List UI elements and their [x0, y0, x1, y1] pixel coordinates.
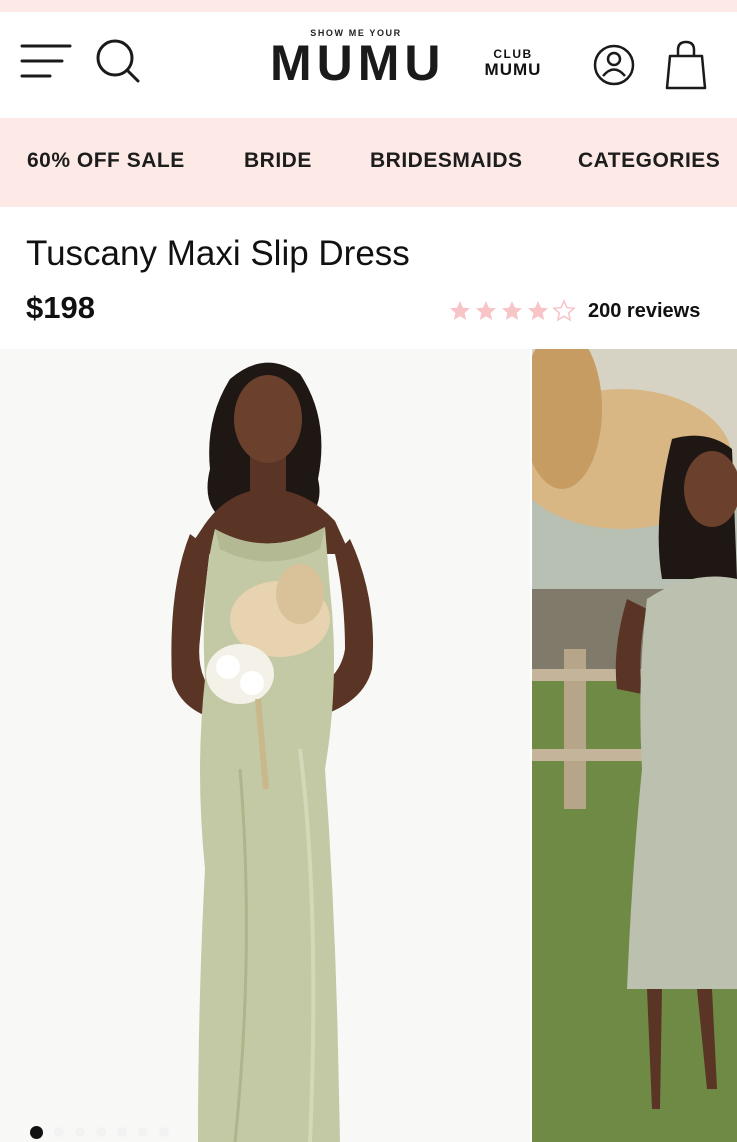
brand-logo[interactable]: SHOW ME YOUR MUMU — [270, 28, 446, 91]
top-announcement-strip — [0, 0, 737, 12]
carousel-pagination — [30, 1126, 180, 1139]
nav-item-bride[interactable]: BRIDE — [244, 149, 312, 173]
rating-stars — [448, 299, 578, 323]
nav-item-bridesmaids[interactable]: BRIDESMAIDS — [370, 149, 523, 173]
category-nav: 60% OFF SALE BRIDE BRIDESMAIDS CATEGORIE… — [0, 118, 737, 207]
carousel-dot[interactable] — [54, 1127, 64, 1137]
shopping-bag-icon[interactable] — [664, 40, 708, 92]
search-icon[interactable] — [94, 37, 142, 85]
carousel-dot[interactable] — [75, 1127, 85, 1137]
site-header: SHOW ME YOUR MUMU CLUB MUMU — [0, 12, 737, 118]
product-image-outdoor[interactable] — [532, 349, 737, 1142]
product-image-studio[interactable] — [0, 349, 530, 1142]
carousel-dot[interactable] — [138, 1127, 148, 1137]
product-image-carousel[interactable] — [0, 349, 737, 1142]
star-empty-icon — [552, 299, 576, 322]
account-icon[interactable] — [592, 43, 636, 87]
hamburger-menu-icon[interactable] — [20, 42, 72, 82]
star-filled-icon — [528, 301, 548, 320]
carousel-dot[interactable] — [117, 1127, 127, 1137]
product-rating[interactable]: 200 reviews — [448, 296, 700, 326]
star-filled-icon — [476, 301, 496, 320]
club-mumu-link[interactable]: CLUB MUMU — [478, 46, 548, 78]
carousel-dot[interactable] — [159, 1127, 169, 1137]
star-filled-icon — [450, 301, 470, 320]
star-filled-icon — [502, 301, 522, 320]
reviews-link[interactable]: 200 reviews — [588, 300, 700, 323]
product-price: $198 — [26, 290, 95, 325]
nav-item-sale[interactable]: 60% OFF SALE — [27, 149, 185, 173]
carousel-dot[interactable] — [30, 1126, 43, 1139]
club-label-bottom: MUMU — [484, 60, 542, 79]
nav-item-categories[interactable]: CATEGORIES — [578, 149, 720, 173]
product-title: Tuscany Maxi Slip Dress — [26, 234, 410, 273]
logo-wordmark: MUMU — [270, 35, 446, 91]
carousel-dot[interactable] — [96, 1127, 106, 1137]
